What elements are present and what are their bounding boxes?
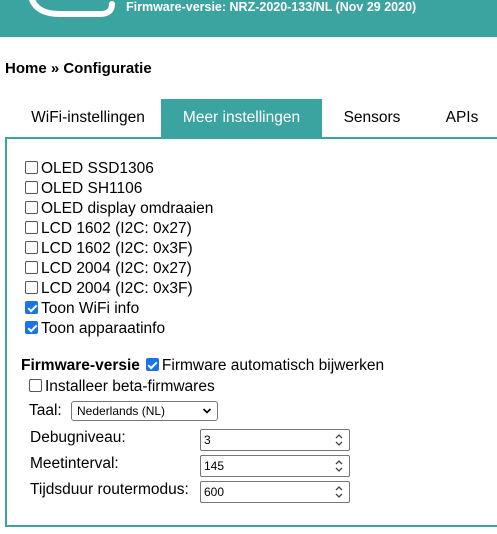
tab-sensors[interactable]: Sensors (322, 99, 422, 137)
option-oled-flip[interactable]: OLED display omdraaien (25, 199, 213, 219)
option-label: Toon WiFi info (41, 300, 140, 317)
option-lcd1602-3f[interactable]: LCD 1602 (I2C: 0x3F) (25, 239, 193, 259)
router-mode-duration-input[interactable]: 600 (200, 481, 350, 503)
checkbox-checked[interactable] (25, 321, 38, 335)
logo-icon (28, 0, 115, 17)
option-label: OLED display omdraaien (41, 200, 214, 217)
firmware-version-header: Firmware-versie: NRZ-2020-133/NL (Nov 29… (126, 0, 417, 14)
option-label: OLED SH1106 (41, 180, 143, 197)
breadcrumb: Home » Configuratie (5, 60, 152, 77)
spinner-icon[interactable] (333, 432, 345, 448)
option-label: LCD 1602 (I2C: 0x3F) (41, 240, 193, 257)
checkbox[interactable] (25, 241, 38, 255)
chevron-down-icon (202, 408, 212, 414)
option-oled-ssd1306[interactable]: OLED SSD1306 (25, 159, 154, 179)
measure-interval-label: Meetinterval: (30, 455, 119, 472)
debug-level-label: Debugniveau: (30, 429, 126, 446)
tab-apis[interactable]: APIs (422, 99, 497, 137)
debug-level-value: 3 (204, 433, 211, 447)
auto-update-label: Firmware automatisch bijwerken (161, 357, 385, 374)
option-lcd1602-27[interactable]: LCD 1602 (I2C: 0x27) (25, 219, 192, 239)
option-beta-firmware[interactable]: Installeer beta-firmwares (29, 377, 215, 397)
language-selected-value: Nederlands (NL) (77, 404, 166, 418)
header-bar: Firmware-versie: NRZ-2020-133/NL (Nov 29… (0, 0, 497, 37)
debug-level-input[interactable]: 3 (200, 429, 350, 451)
tab-wifi-settings[interactable]: WiFi-instellingen (15, 99, 161, 137)
option-lcd2004-3f[interactable]: LCD 2004 (I2C: 0x3F) (25, 279, 193, 299)
router-mode-duration-label: Tijdsduur routermodus: (30, 481, 189, 498)
checkbox[interactable] (25, 221, 38, 235)
language-label: Taal: (29, 402, 62, 419)
checkbox-checked[interactable] (25, 301, 38, 315)
checkbox[interactable] (25, 281, 38, 295)
spinner-icon[interactable] (333, 484, 345, 500)
option-show-device-info[interactable]: Toon apparaatinfo (25, 319, 165, 339)
language-select[interactable]: Nederlands (NL) (71, 401, 218, 421)
checkbox[interactable] (29, 379, 42, 393)
option-lcd2004-27[interactable]: LCD 2004 (I2C: 0x27) (25, 259, 192, 279)
checkbox[interactable] (25, 161, 38, 175)
measure-interval-value: 145 (204, 459, 225, 473)
option-show-wifi-info[interactable]: Toon WiFi info (25, 299, 139, 319)
spinner-icon[interactable] (333, 458, 345, 474)
measure-interval-input[interactable]: 145 (200, 455, 350, 477)
option-label: LCD 2004 (I2C: 0x3F) (41, 280, 193, 297)
checkbox[interactable] (25, 201, 38, 215)
option-label: LCD 1602 (I2C: 0x27) (41, 220, 192, 237)
option-oled-sh1106[interactable]: OLED SH1106 (25, 179, 142, 199)
firmware-section: Firmware-versie Firmware automatisch bijw… (21, 356, 384, 376)
router-mode-duration-value: 600 (204, 485, 225, 499)
checkbox-checked[interactable] (145, 358, 159, 372)
option-label: LCD 2004 (I2C: 0x27) (41, 260, 192, 277)
firmware-section-title: Firmware-versie (21, 357, 140, 374)
option-label: Installeer beta-firmwares (45, 378, 215, 395)
option-label: OLED SSD1306 (41, 160, 154, 177)
checkbox[interactable] (25, 181, 38, 195)
checkbox[interactable] (25, 261, 38, 275)
option-label: Toon apparaatinfo (41, 320, 166, 337)
tab-more-settings[interactable]: Meer instellingen (161, 99, 322, 137)
auto-update-option[interactable]: Firmware automatisch bijwerken (145, 356, 385, 376)
